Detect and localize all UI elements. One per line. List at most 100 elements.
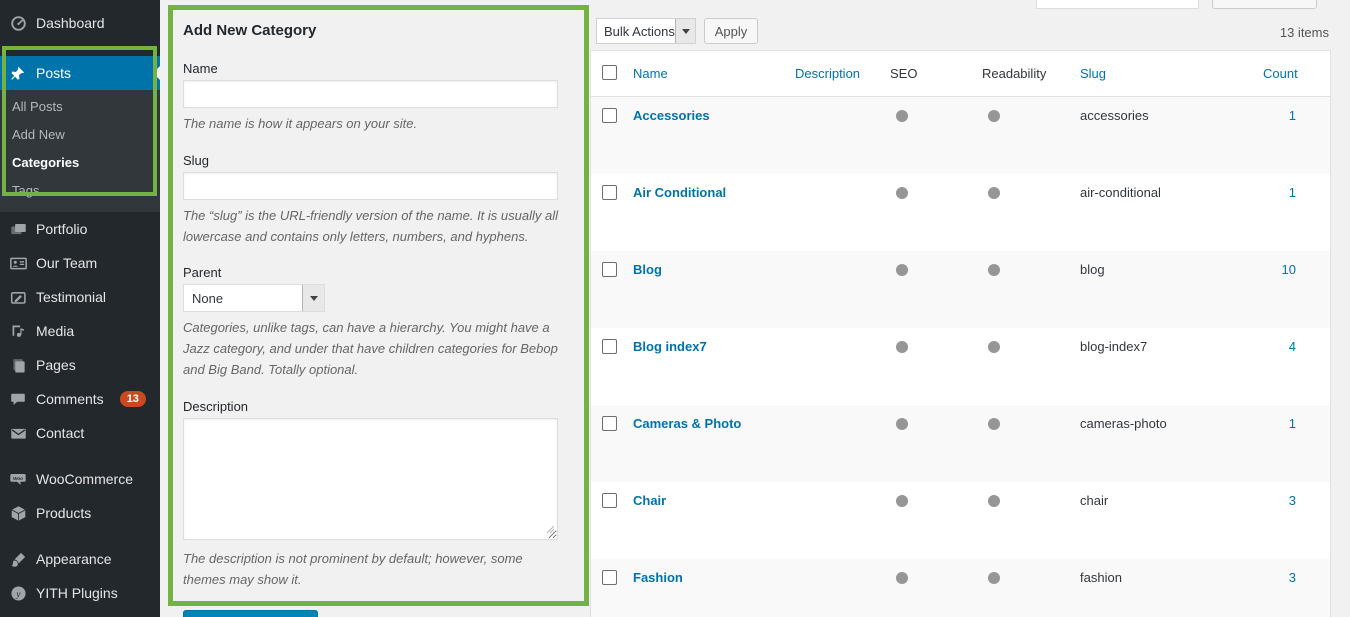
items-count: 13 items: [1280, 25, 1329, 40]
row-checkbox[interactable]: [602, 108, 617, 123]
posts-submenu: All Posts Add New Categories Tags: [0, 90, 160, 212]
menu-separator: [0, 530, 160, 542]
category-slug: blog-index7: [1080, 339, 1147, 354]
category-slug: chair: [1080, 493, 1108, 508]
name-input[interactable]: [183, 80, 558, 108]
envelope-icon: [8, 423, 28, 443]
sidebar-item-posts[interactable]: Posts: [0, 56, 160, 90]
table-row: Fashion fashion 3: [591, 559, 1330, 617]
readability-score-dot: [988, 187, 1000, 199]
categories-table: Name Description SEO Readability Slug Co…: [590, 50, 1331, 617]
wordpress-admin-page: Dashboard Posts All Posts Add New Catego…: [0, 0, 1350, 617]
readability-score-dot: [988, 264, 1000, 276]
search-input[interactable]: [1036, 0, 1199, 9]
row-checkbox[interactable]: [602, 262, 617, 277]
category-name-link[interactable]: Cameras & Photo: [633, 416, 741, 431]
pages-icon: [8, 355, 28, 375]
product-box-icon: [8, 503, 28, 523]
sidebar-item-contact[interactable]: Contact: [0, 416, 160, 450]
sidebar-item-label: YITH Plugins: [36, 585, 118, 601]
sidebar-item-label: Our Team: [36, 255, 97, 271]
sort-by-description-header[interactable]: Description: [795, 66, 860, 81]
select-all-checkbox[interactable]: [602, 65, 617, 80]
category-slug: cameras-photo: [1080, 416, 1167, 431]
add-new-category-button[interactable]: Add New Category: [183, 610, 318, 617]
row-checkbox[interactable]: [602, 339, 617, 354]
sidebar-item-appearance[interactable]: Appearance: [0, 542, 160, 576]
comment-bubble-icon: [8, 389, 28, 409]
apply-button[interactable]: Apply: [704, 18, 758, 44]
description-label: Description: [183, 399, 574, 414]
parent-select[interactable]: None: [183, 284, 325, 312]
category-count-link[interactable]: 10: [1282, 262, 1296, 277]
category-count-link[interactable]: 1: [1289, 416, 1296, 431]
sidebar-item-portfolio[interactable]: Portfolio: [0, 212, 160, 246]
sidebar-item-yith-plugins[interactable]: y YITH Plugins: [0, 576, 160, 610]
sidebar-item-categories[interactable]: Categories: [0, 148, 160, 176]
sidebar-item-woocommerce[interactable]: Woo WooCommerce: [0, 462, 160, 496]
partial-menu-item: [0, 610, 160, 617]
name-label: Name: [183, 61, 574, 76]
sort-by-slug-header[interactable]: Slug: [1080, 66, 1106, 81]
sort-by-count-header[interactable]: Count: [1263, 66, 1298, 81]
sort-by-name-header[interactable]: Name: [633, 66, 668, 81]
sidebar-item-products[interactable]: Products: [0, 496, 160, 530]
sidebar-item-dashboard[interactable]: Dashboard: [0, 6, 160, 40]
row-checkbox[interactable]: [602, 493, 617, 508]
sidebar-item-our-team[interactable]: Our Team: [0, 246, 160, 280]
seo-column-header: SEO: [890, 66, 917, 81]
category-name-link[interactable]: Blog index7: [633, 339, 707, 354]
seo-score-dot: [896, 341, 908, 353]
sidebar-item-label: Pages: [36, 357, 76, 373]
category-count-link[interactable]: 1: [1289, 108, 1296, 123]
dashboard-icon: [8, 13, 28, 33]
edit-pen-icon: [8, 287, 28, 307]
categories-list-area: Bulk Actions Apply 13 items Name Descrip…: [590, 0, 1350, 617]
table-row: Blog blog 10: [591, 251, 1330, 328]
category-count-link[interactable]: 1: [1289, 185, 1296, 200]
readability-score-dot: [988, 341, 1000, 353]
category-slug: air-conditional: [1080, 185, 1161, 200]
paintbrush-icon: [8, 549, 28, 569]
description-textarea[interactable]: [183, 418, 558, 540]
sidebar-item-all-posts[interactable]: All Posts: [0, 92, 160, 120]
category-name-link[interactable]: Fashion: [633, 570, 683, 585]
parent-help-text: Categories, unlike tags, can have a hier…: [183, 318, 563, 380]
row-checkbox[interactable]: [602, 570, 617, 585]
category-name-link[interactable]: Air Conditional: [633, 185, 726, 200]
category-name-link[interactable]: Chair: [633, 493, 666, 508]
category-count-link[interactable]: 3: [1289, 570, 1296, 585]
seo-score-dot: [896, 418, 908, 430]
sidebar-item-media[interactable]: Media: [0, 314, 160, 348]
slug-input[interactable]: [183, 172, 558, 200]
sidebar-item-label: Testimonial: [36, 289, 106, 305]
sidebar-item-comments[interactable]: Comments 13: [0, 382, 160, 416]
readability-score-dot: [988, 495, 1000, 507]
seo-score-dot: [896, 572, 908, 584]
category-count-link[interactable]: 4: [1289, 339, 1296, 354]
category-count-link[interactable]: 3: [1289, 493, 1296, 508]
category-name-link[interactable]: Accessories: [633, 108, 710, 123]
sidebar-item-add-new[interactable]: Add New: [0, 120, 160, 148]
sidebar-item-testimonial[interactable]: Testimonial: [0, 280, 160, 314]
sidebar-item-label: WooCommerce: [36, 471, 133, 487]
table-row: Cameras & Photo cameras-photo 1: [591, 405, 1330, 482]
row-checkbox[interactable]: [602, 185, 617, 200]
name-help-text: The name is how it appears on your site.: [183, 114, 563, 135]
search-categories-button[interactable]: [1212, 0, 1317, 9]
seo-score-dot: [896, 187, 908, 199]
woocommerce-icon: Woo: [8, 469, 28, 489]
category-slug: accessories: [1080, 108, 1149, 123]
sidebar-item-label: Contact: [36, 425, 84, 441]
sidebar-item-tags[interactable]: Tags: [0, 176, 160, 204]
id-card-icon: [8, 253, 28, 273]
sidebar-item-label: Products: [36, 505, 91, 521]
chevron-down-icon: [302, 285, 324, 311]
row-checkbox[interactable]: [602, 416, 617, 431]
bulk-actions-select[interactable]: Bulk Actions: [596, 18, 696, 44]
table-row: Chair chair 3: [591, 482, 1330, 559]
sidebar-item-pages[interactable]: Pages: [0, 348, 160, 382]
seo-score-dot: [896, 110, 908, 122]
category-name-link[interactable]: Blog: [633, 262, 662, 277]
comments-count-badge: 13: [120, 391, 146, 407]
